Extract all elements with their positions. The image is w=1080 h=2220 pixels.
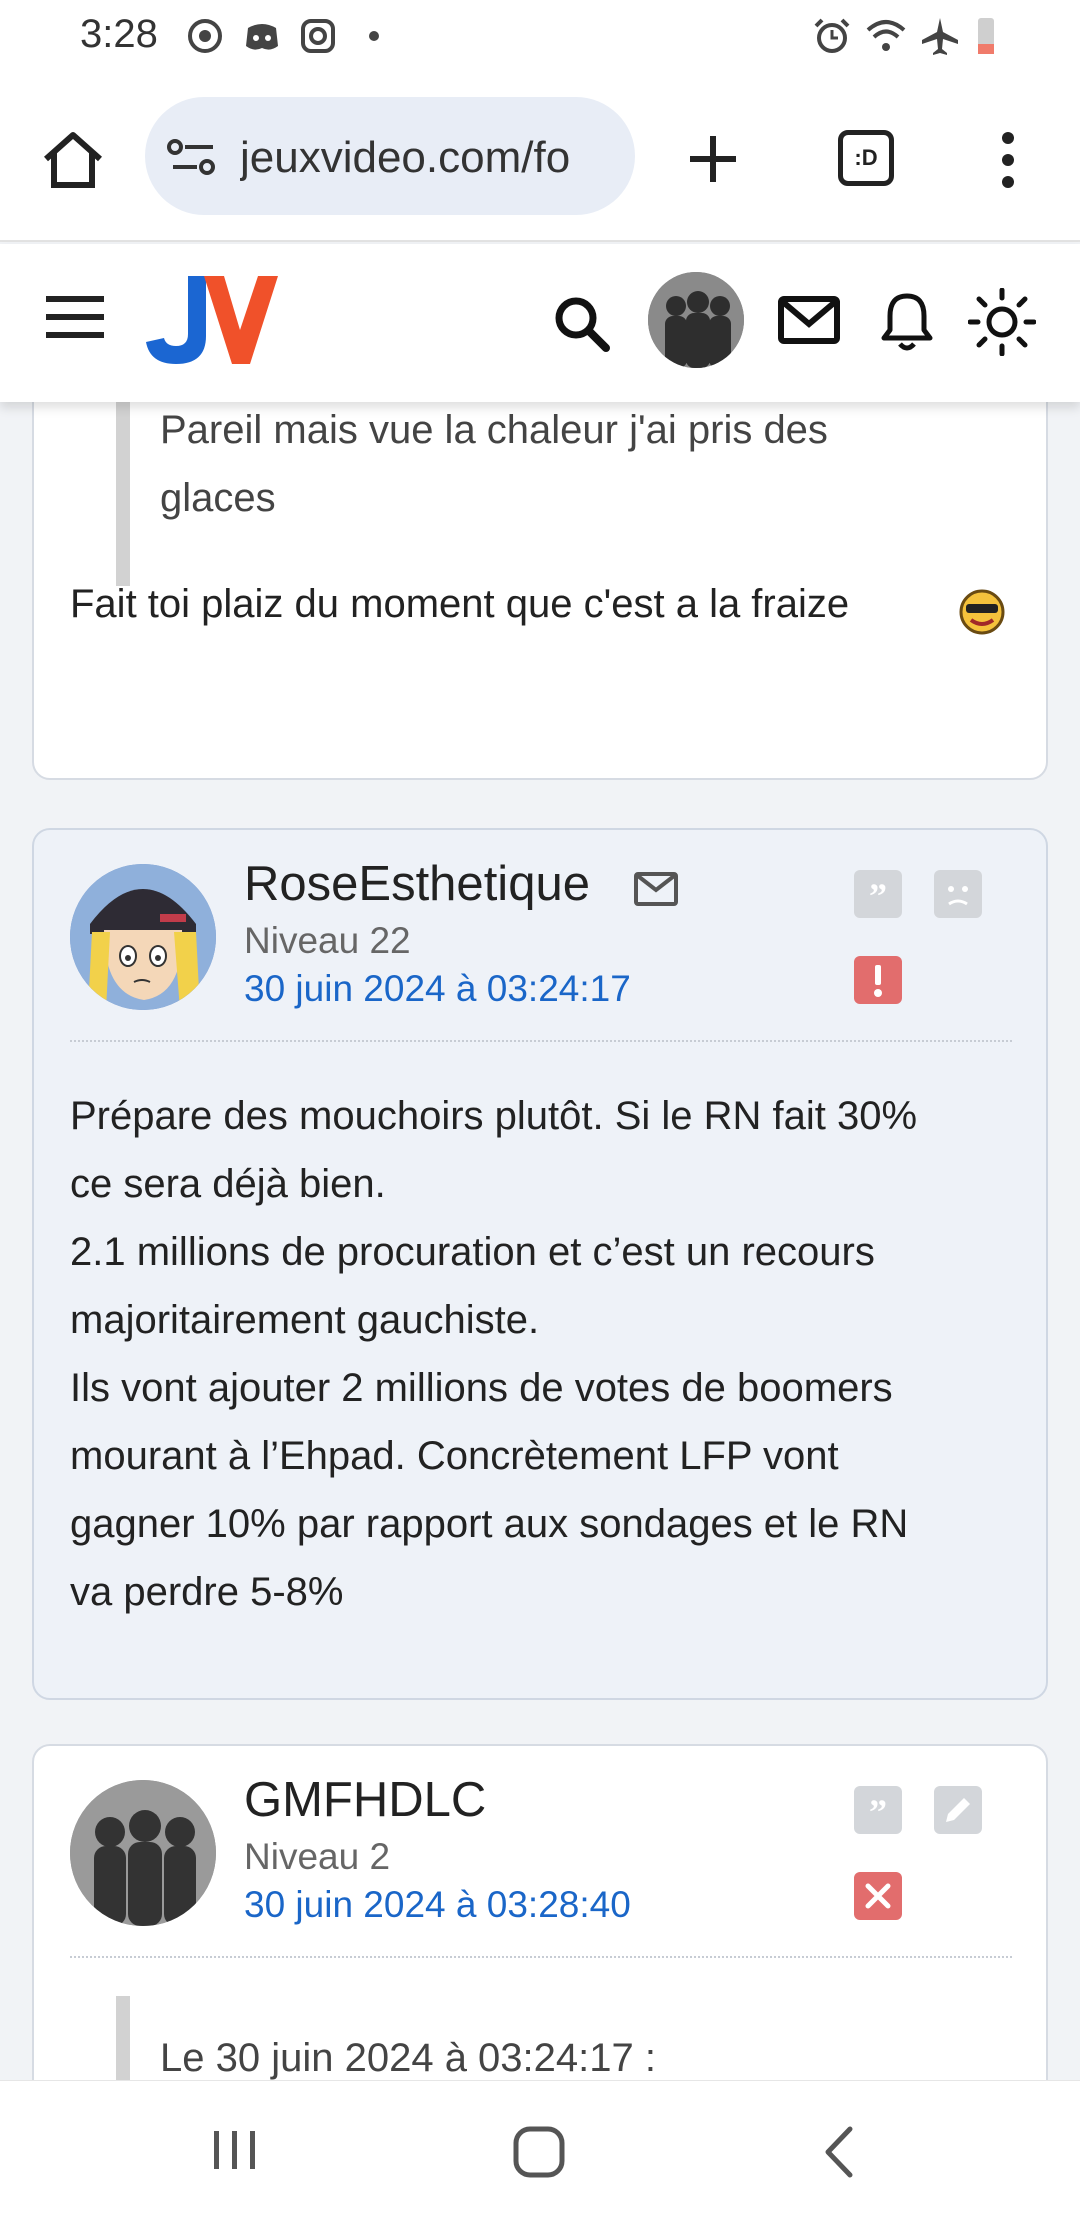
author-avatar[interactable] — [70, 1780, 216, 1926]
status-time: 3:28 — [80, 12, 158, 56]
author-level: Niveau 2 — [244, 1836, 391, 1877]
bell-icon[interactable] — [880, 290, 934, 352]
url-text: jeuxvideo.com/fo — [240, 133, 571, 182]
quoted-line: glaces — [160, 476, 276, 520]
forum-post: RoseEsthetique Niveau 22 30 juin 2024 à … — [32, 828, 1048, 1700]
post-line: majoritairement gauchiste. — [70, 1298, 540, 1342]
post-line: ce sera déjà bien. — [70, 1162, 386, 1206]
post-separator — [70, 1040, 1012, 1042]
discord-icon — [246, 24, 278, 50]
post-date[interactable]: 30 juin 2024 à 03:28:40 — [244, 1884, 631, 1926]
forum-post: GMFHDLC Niveau 2 30 juin 2024 à 03:28:40… — [32, 1744, 1048, 2080]
recent-apps-icon[interactable] — [210, 2125, 260, 2175]
post-line: 2.1 millions de procuration et c’est un … — [70, 1230, 875, 1274]
more-options-icon[interactable] — [990, 130, 1026, 190]
instagram-icon — [301, 19, 335, 53]
quote-header: Le 30 juin 2024 à 03:24:17 : — [160, 2036, 656, 2080]
svg-text:”: ” — [869, 876, 887, 916]
jv-logo[interactable]: JV — [140, 272, 280, 372]
post-line: Ils vont ajouter 2 millions de votes de … — [70, 1366, 893, 1410]
tab-switcher-button[interactable]: :D — [838, 130, 894, 186]
wifi-icon — [866, 20, 906, 51]
avatar-silhouettes — [648, 272, 744, 368]
svg-text:”: ” — [869, 1792, 887, 1832]
post-separator — [70, 1956, 1012, 1958]
post-line: mourant à l’Ehpad. Concrètement LFP vont — [70, 1434, 839, 1478]
avatar-silhouettes — [70, 1780, 216, 1926]
airplane-icon — [922, 18, 958, 55]
address-bar[interactable]: jeuxvideo.com/fo — [145, 97, 635, 215]
mail-icon[interactable] — [634, 872, 678, 906]
delete-button[interactable] — [854, 1872, 902, 1920]
quote-bar — [116, 402, 130, 586]
dot-icon — [369, 31, 379, 41]
status-bar: 3:28 — [0, 0, 1080, 72]
tab-count: :D — [854, 145, 878, 170]
author-level: Niveau 22 — [244, 920, 411, 961]
alarm-icon — [814, 18, 850, 53]
new-tab-icon[interactable] — [688, 134, 738, 184]
close-icon — [865, 1883, 891, 1909]
post-text-content: Fait toi plaiz du moment que c'est a la … — [70, 582, 850, 626]
quote-button[interactable]: ” — [854, 1786, 902, 1834]
post-line: va perdre 5-8% — [70, 1570, 344, 1614]
post-date[interactable]: 30 juin 2024 à 03:24:17 — [244, 968, 631, 1010]
ignore-button[interactable] — [934, 870, 982, 918]
quoted-line: Pareil mais vue la chaleur j'ai pris des — [160, 408, 828, 452]
site-settings-icon[interactable] — [167, 137, 219, 177]
forum-content: Pareil mais vue la chaleur j'ai pris des… — [0, 402, 1080, 2080]
android-nav-bar — [0, 2080, 1080, 2220]
edit-button[interactable] — [934, 1786, 982, 1834]
pencil-icon — [946, 1798, 970, 1822]
menu-icon[interactable] — [46, 294, 104, 340]
post-line: gagner 10% par rapport aux sondages et l… — [70, 1502, 909, 1546]
quote-icon: ” — [869, 876, 887, 916]
smiley-sunglasses-icon — [959, 589, 1005, 635]
search-icon[interactable] — [552, 294, 610, 352]
avatar-portrait — [70, 864, 216, 1010]
quote-button[interactable]: ” — [854, 870, 902, 918]
forum-post: Pareil mais vue la chaleur j'ai pris des… — [32, 402, 1048, 780]
battery-low-icon — [978, 18, 994, 54]
site-header: JV — [0, 244, 1080, 402]
home-icon[interactable] — [40, 127, 106, 193]
user-avatar[interactable] — [648, 272, 744, 368]
alert-icon — [874, 965, 882, 997]
sad-face-icon — [948, 886, 968, 906]
jv-logo-mark — [146, 276, 278, 364]
post-line: Prépare des mouchoirs plutôt. Si le RN f… — [70, 1094, 918, 1138]
report-button[interactable] — [854, 956, 902, 1004]
sync-icon — [188, 19, 222, 53]
home-nav-icon[interactable] — [512, 2125, 566, 2179]
quote-bar — [116, 1996, 130, 2080]
sun-icon[interactable] — [968, 288, 1036, 356]
mail-icon[interactable] — [778, 296, 840, 344]
browser-toolbar: jeuxvideo.com/fo :D — [0, 72, 1080, 242]
author-avatar[interactable] — [70, 864, 216, 1010]
author-pseudo[interactable]: GMFHDLC — [244, 1772, 486, 1828]
post-text: Fait toi plaiz du moment que c'est a la … — [70, 570, 849, 638]
back-icon[interactable] — [820, 2125, 860, 2179]
quote-icon: ” — [869, 1792, 887, 1832]
author-pseudo[interactable]: RoseEsthetique — [244, 856, 590, 912]
